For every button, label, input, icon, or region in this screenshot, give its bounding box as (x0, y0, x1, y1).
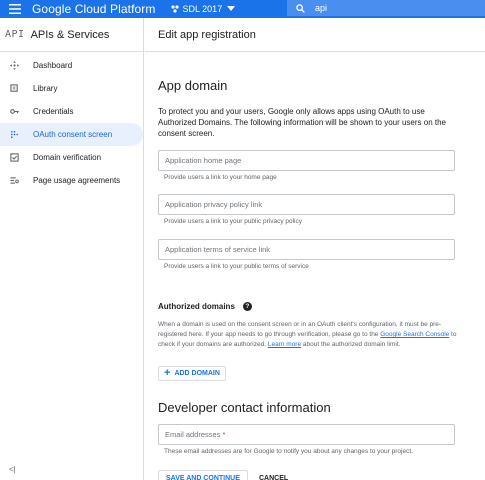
sidebar-item-dashboard[interactable]: Dashboard (0, 54, 143, 77)
learn-more-link[interactable]: Learn more (268, 341, 301, 348)
email-hint: These email addresses are for Google to … (164, 448, 413, 455)
terms-of-service-hint: Provide users a link to your public term… (164, 263, 309, 270)
sidebar-nav: Dashboard Library Credentials OAuth cons… (0, 52, 143, 192)
search-input[interactable]: api (315, 3, 327, 13)
sidebar-header: API APIs & Services (0, 18, 143, 52)
sidebar-item-oauth-consent-screen[interactable]: OAuth consent screen (0, 123, 143, 146)
settings-list-icon (9, 176, 19, 186)
search-icon (296, 3, 305, 13)
key-icon (9, 107, 19, 117)
email-placeholder: Email addresses (165, 430, 221, 439)
privacy-policy-input[interactable]: Application privacy policy link (158, 194, 455, 215)
required-mark: * (222, 430, 226, 439)
app-home-page-input[interactable]: Application home page (158, 150, 455, 171)
authorized-domains-label: Authorized domains (158, 302, 235, 311)
app-home-page-hint: Provide users a link to your home page (164, 174, 277, 181)
authorized-domains-description: When a domain is used on the consent scr… (158, 320, 458, 350)
privacy-policy-hint: Provide users a link to your public priv… (164, 218, 303, 225)
sidebar: API APIs & Services Dashboard Library Cr… (0, 18, 144, 480)
sidebar-item-label: Page usage agreements (33, 176, 121, 185)
terms-of-service-input[interactable]: Application terms of service link (158, 239, 455, 260)
auth-desc-text-3: about the authorized domain limit. (301, 341, 401, 348)
top-app-bar: Google Cloud Platform SDL 2017 api (0, 0, 485, 18)
search-box[interactable]: api (287, 0, 485, 16)
help-icon[interactable]: ? (242, 302, 252, 311)
check-box-icon (9, 153, 19, 163)
save-and-continue-button[interactable]: SAVE AND CONTINUE (158, 470, 248, 480)
chevron-down-icon (227, 6, 236, 11)
developer-contact-title: Developer contact information (158, 400, 331, 415)
menu-icon[interactable] (0, 0, 30, 18)
app-domain-description: To protect you and your users, Google on… (158, 107, 446, 138)
brand-title[interactable]: Google Cloud Platform (32, 2, 156, 16)
sidebar-item-label: Dashboard (33, 61, 73, 70)
add-domain-button[interactable]: + ADD DOMAIN (158, 366, 226, 381)
google-search-console-link[interactable]: Google Search Console (380, 331, 449, 338)
dashboard-icon (9, 61, 19, 71)
main-panel: Edit app registration App domain To prot… (145, 18, 485, 480)
email-addresses-input[interactable]: Email addresses * (158, 424, 455, 445)
plus-icon: + (164, 367, 171, 379)
page-title: Edit app registration (145, 18, 485, 52)
sidebar-item-credentials[interactable]: Credentials (0, 100, 143, 123)
consent-icon (9, 130, 19, 140)
library-icon (9, 84, 19, 94)
authorized-domains-title: Authorized domains ? (158, 302, 252, 311)
sidebar-item-label: Domain verification (33, 153, 102, 162)
api-logo: API (5, 29, 25, 40)
project-icon (170, 5, 179, 13)
sidebar-title: APIs & Services (30, 28, 110, 41)
sidebar-item-label: Library (33, 84, 58, 93)
collapse-sidebar-icon[interactable]: <| (9, 465, 16, 474)
project-selector[interactable]: SDL 2017 (170, 4, 236, 14)
add-domain-label: ADD DOMAIN (174, 370, 220, 377)
sidebar-item-domain-verification[interactable]: Domain verification (0, 146, 143, 169)
sidebar-item-label: OAuth consent screen (33, 130, 113, 139)
cancel-button[interactable]: CANCEL (259, 470, 288, 480)
sidebar-item-page-usage-agreements[interactable]: Page usage agreements (0, 169, 143, 192)
project-name: SDL 2017 (182, 4, 223, 14)
sidebar-item-library[interactable]: Library (0, 77, 143, 100)
sidebar-item-label: Credentials (33, 107, 74, 116)
app-domain-title: App domain (158, 78, 228, 93)
